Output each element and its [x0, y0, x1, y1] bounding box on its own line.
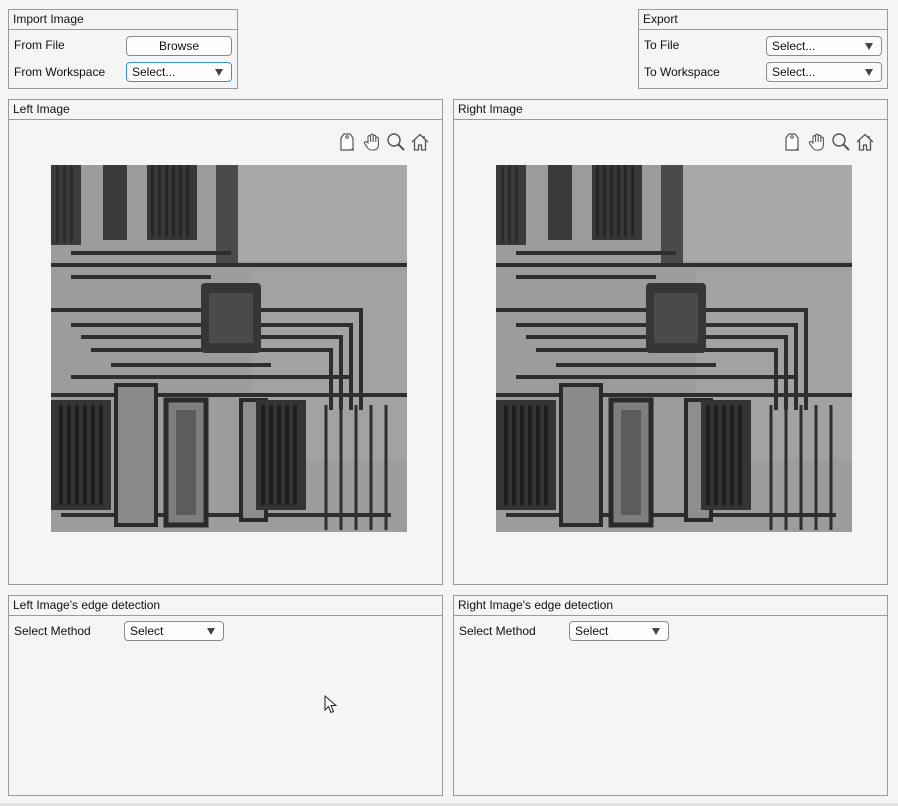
left-edge-detection-title: Left Image's edge detection — [9, 596, 442, 616]
to-workspace-dropdown[interactable]: Select... — [766, 62, 882, 82]
pan-hand-icon[interactable] — [806, 130, 828, 154]
export-panel: Export To File Select... To Workspace Se… — [638, 9, 888, 89]
from-workspace-dropdown[interactable]: Select... — [126, 62, 232, 82]
chevron-down-icon — [207, 628, 215, 635]
chevron-down-icon — [652, 628, 660, 635]
left-image-panel: Left Image — [8, 99, 443, 585]
import-image-panel: Import Image From File Browse From Works… — [8, 9, 238, 89]
chevron-down-icon — [865, 43, 873, 50]
right-edge-detection-title: Right Image's edge detection — [454, 596, 887, 616]
zoom-magnifier-icon[interactable] — [830, 130, 852, 154]
left-axes-toolbar — [337, 130, 431, 154]
from-workspace-value: Select... — [132, 65, 176, 79]
chevron-down-icon — [215, 69, 223, 76]
home-icon[interactable] — [409, 130, 431, 154]
tag-icon[interactable] — [337, 130, 359, 154]
right-method-dropdown[interactable]: Select — [569, 621, 669, 641]
right-image-display[interactable] — [496, 165, 852, 532]
left-edge-detection-panel: Left Image's edge detection Select Metho… — [8, 595, 443, 796]
to-file-dropdown[interactable]: Select... — [766, 36, 882, 56]
right-method-value: Select — [575, 624, 609, 638]
right-edge-detection-panel: Right Image's edge detection Select Meth… — [453, 595, 888, 796]
export-title: Export — [639, 10, 887, 30]
to-file-value: Select... — [772, 39, 816, 53]
left-image-display[interactable] — [51, 165, 407, 532]
home-icon[interactable] — [854, 130, 876, 154]
from-file-label: From File — [14, 38, 65, 52]
import-image-title: Import Image — [9, 10, 237, 30]
chevron-down-icon — [865, 69, 873, 76]
mouse-cursor-icon — [324, 694, 338, 718]
right-select-method-label: Select Method — [459, 624, 536, 638]
left-select-method-label: Select Method — [14, 624, 91, 638]
to-workspace-value: Select... — [772, 65, 816, 79]
to-workspace-label: To Workspace — [644, 65, 720, 79]
browse-button[interactable]: Browse — [126, 36, 232, 56]
zoom-magnifier-icon[interactable] — [385, 130, 407, 154]
to-file-label: To File — [644, 38, 680, 52]
right-image-panel: Right Image — [453, 99, 888, 585]
tag-icon[interactable] — [782, 130, 804, 154]
left-image-title: Left Image — [9, 100, 442, 120]
right-axes-toolbar — [782, 130, 876, 154]
from-workspace-label: From Workspace — [14, 65, 106, 79]
pan-hand-icon[interactable] — [361, 130, 383, 154]
right-image-title: Right Image — [454, 100, 887, 120]
left-method-value: Select — [130, 624, 164, 638]
left-method-dropdown[interactable]: Select — [124, 621, 224, 641]
